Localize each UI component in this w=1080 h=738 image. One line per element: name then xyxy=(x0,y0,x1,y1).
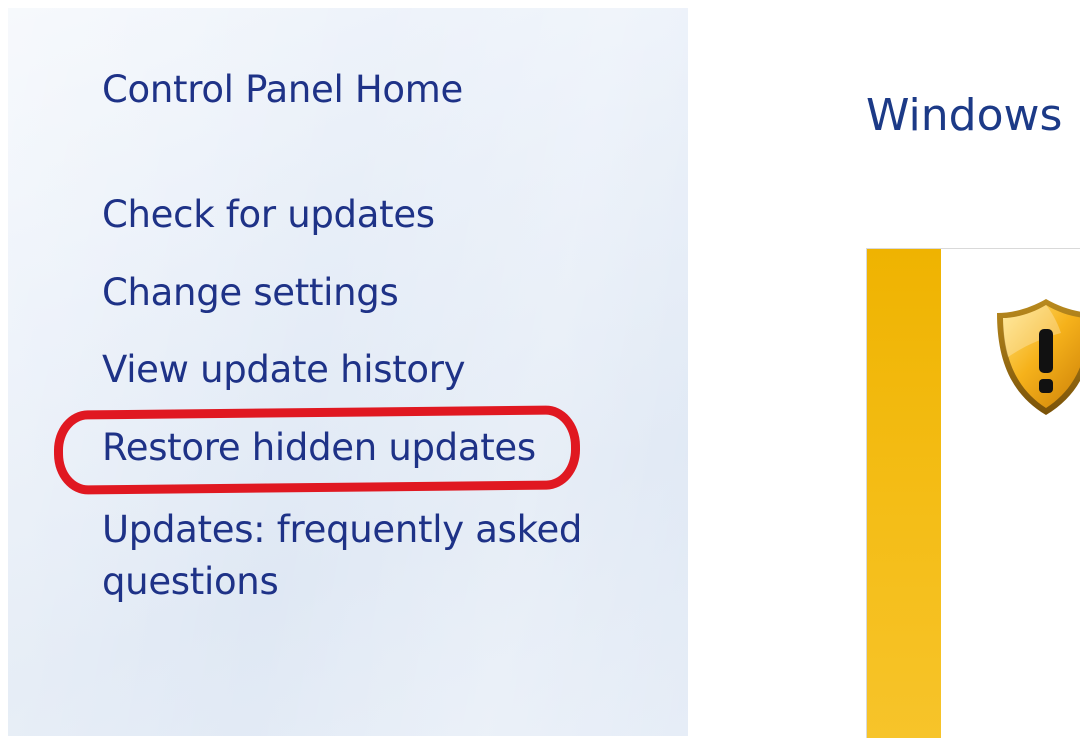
view-update-history-link[interactable]: View update history xyxy=(102,344,466,396)
updates-faq-link[interactable]: Updates: frequently asked questions xyxy=(102,504,622,608)
change-settings-link[interactable]: Change settings xyxy=(102,267,399,319)
page-title: Windows xyxy=(866,90,1063,141)
control-panel-home-link[interactable]: Control Panel Home xyxy=(102,64,463,116)
check-for-updates-link[interactable]: Check for updates xyxy=(102,189,435,241)
update-status-panel xyxy=(866,248,1080,738)
warning-shield-icon xyxy=(997,299,1080,415)
warning-status-bar xyxy=(867,249,941,738)
left-navigation-pane: Control Panel Home Check for updates Cha… xyxy=(8,8,688,736)
screenshot-stage: Control Panel Home Check for updates Cha… xyxy=(0,0,1080,738)
restore-hidden-updates-link[interactable]: Restore hidden updates xyxy=(102,422,536,474)
